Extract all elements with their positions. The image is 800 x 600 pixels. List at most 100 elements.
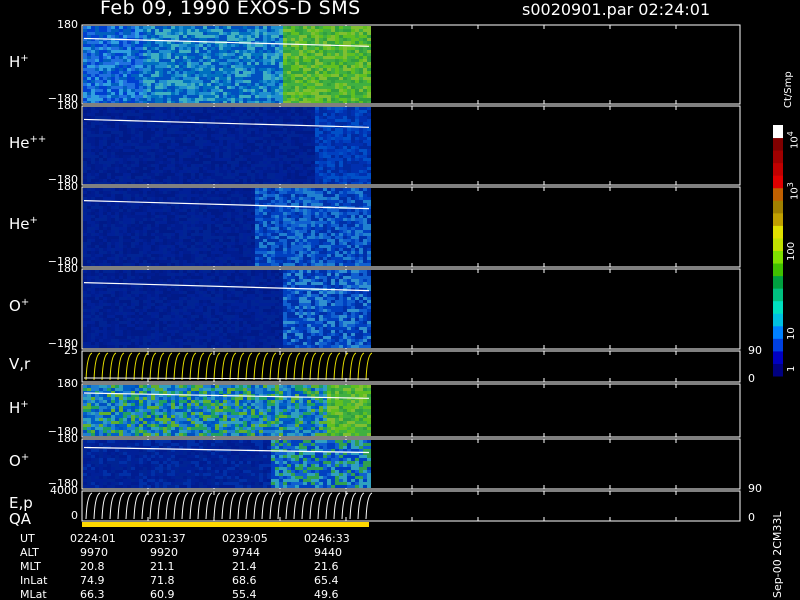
spectrogram-cell [191, 47, 195, 50]
spectrogram-cell [351, 80, 355, 83]
spectrogram-cell [235, 164, 239, 167]
spectrogram-cell [107, 32, 111, 35]
spectrogram-cell [111, 191, 115, 194]
spectrogram-cell [95, 188, 99, 191]
spectrogram-cell [147, 101, 151, 103]
spectrogram-cell [255, 251, 259, 254]
spectrogram-cell [123, 173, 127, 176]
spectrogram-cell [95, 236, 99, 239]
spectrogram-cell [195, 50, 199, 53]
spectrogram-cell [279, 107, 283, 110]
spectrogram-cell [211, 242, 215, 245]
spectrogram-cell [231, 56, 235, 59]
spectrogram-cell [119, 173, 123, 176]
spectrogram-cell [159, 71, 163, 74]
spectrogram-cell [271, 62, 275, 65]
spectrogram-cell [231, 125, 235, 128]
spectrogram-cell [91, 89, 95, 92]
spectrogram-cell [319, 29, 323, 32]
spectrogram-cell [239, 125, 243, 128]
spectrogram-cell [147, 56, 151, 59]
spectrogram-cell [179, 140, 183, 143]
spectrogram-cell [195, 179, 199, 182]
spectrogram-cell [239, 77, 243, 80]
spectrogram-cell [255, 254, 259, 257]
spectrogram-cell [183, 80, 187, 83]
spectrogram-cell [215, 29, 219, 32]
spectrogram-cell [99, 242, 103, 245]
spectrogram-cell [175, 29, 179, 32]
spectrogram-cell [263, 146, 267, 149]
spectrogram-cell [171, 233, 175, 236]
spectrogram-cell [215, 239, 219, 242]
spectrogram-cell [327, 26, 331, 29]
spectrogram-cell [255, 44, 259, 47]
spectrogram-cell [339, 179, 343, 182]
spectrogram-cell [151, 191, 155, 194]
spectrogram-cell [91, 107, 95, 110]
spectrogram-cell [87, 218, 91, 221]
spectrogram-cell [151, 230, 155, 233]
spectrogram-cell [267, 101, 271, 103]
spectrogram-cell [223, 236, 227, 239]
spectrogram-cell [159, 80, 163, 83]
spectrogram-cell [367, 161, 371, 164]
spectrogram-cell [147, 89, 151, 92]
spectrogram-cell [319, 62, 323, 65]
spectrogram-cell [307, 146, 311, 149]
spectrogram-cell [203, 119, 207, 122]
spectrogram-cell [163, 98, 167, 101]
spectrogram-cell [231, 131, 235, 134]
spectrogram-cell [227, 194, 231, 197]
spectrogram-cell [223, 227, 227, 230]
spectrogram-cell [275, 146, 279, 149]
spectrogram-cell [247, 212, 251, 215]
spectrogram-cell [211, 71, 215, 74]
spectrogram-cell [339, 176, 343, 179]
spectrogram-cell [255, 179, 259, 182]
spectrogram-cell [203, 173, 207, 176]
spectrogram-cell [139, 128, 143, 131]
spectrogram-cell [203, 26, 207, 29]
spectrogram-cell [223, 125, 227, 128]
spectrogram-cell [127, 41, 131, 44]
spectrogram-cell [331, 38, 335, 41]
spectrogram-cell [335, 50, 339, 53]
spectrogram-cell [135, 182, 139, 184]
spectrogram-cell [359, 116, 363, 119]
spectrogram-cell [351, 137, 355, 140]
spectrogram-cell [131, 248, 135, 251]
spectrogram-cell [315, 86, 319, 89]
spectrogram-cell [83, 158, 87, 161]
spectrogram-cell [311, 56, 315, 59]
spectrogram-cell [115, 35, 119, 38]
spectrogram-cell [147, 128, 151, 131]
spectrogram-cell [263, 98, 267, 101]
spectrogram-cell [335, 80, 339, 83]
spectrogram-cell [331, 137, 335, 140]
spectrogram-cell [251, 80, 255, 83]
spectrogram-cell [223, 26, 227, 29]
spectrogram-cell [163, 209, 167, 212]
spectrogram-cell [159, 218, 163, 221]
spectrogram-cell [131, 245, 135, 248]
spectrogram-cell [367, 74, 371, 77]
spectrogram-cell [187, 158, 191, 161]
spectrogram-cell [135, 239, 139, 242]
spectrogram-cell [227, 152, 231, 155]
spectrogram-cell [147, 74, 151, 77]
spectrogram-cell [347, 95, 351, 98]
spectrogram-cell [251, 101, 255, 103]
spectrogram-cell [331, 167, 335, 170]
spectrogram-cell [347, 68, 351, 71]
spectrogram-cell [331, 179, 335, 182]
spectrogram-cell [231, 107, 235, 110]
spectrogram-cell [339, 101, 343, 103]
spectrogram-cell [251, 191, 255, 194]
spectrogram-cell [199, 167, 203, 170]
spectrogram-cell [251, 77, 255, 80]
spectrogram-cell [135, 122, 139, 125]
spectrogram-cell [235, 224, 239, 227]
spectrogram-cell [203, 113, 207, 116]
spectrogram-cell [351, 155, 355, 158]
